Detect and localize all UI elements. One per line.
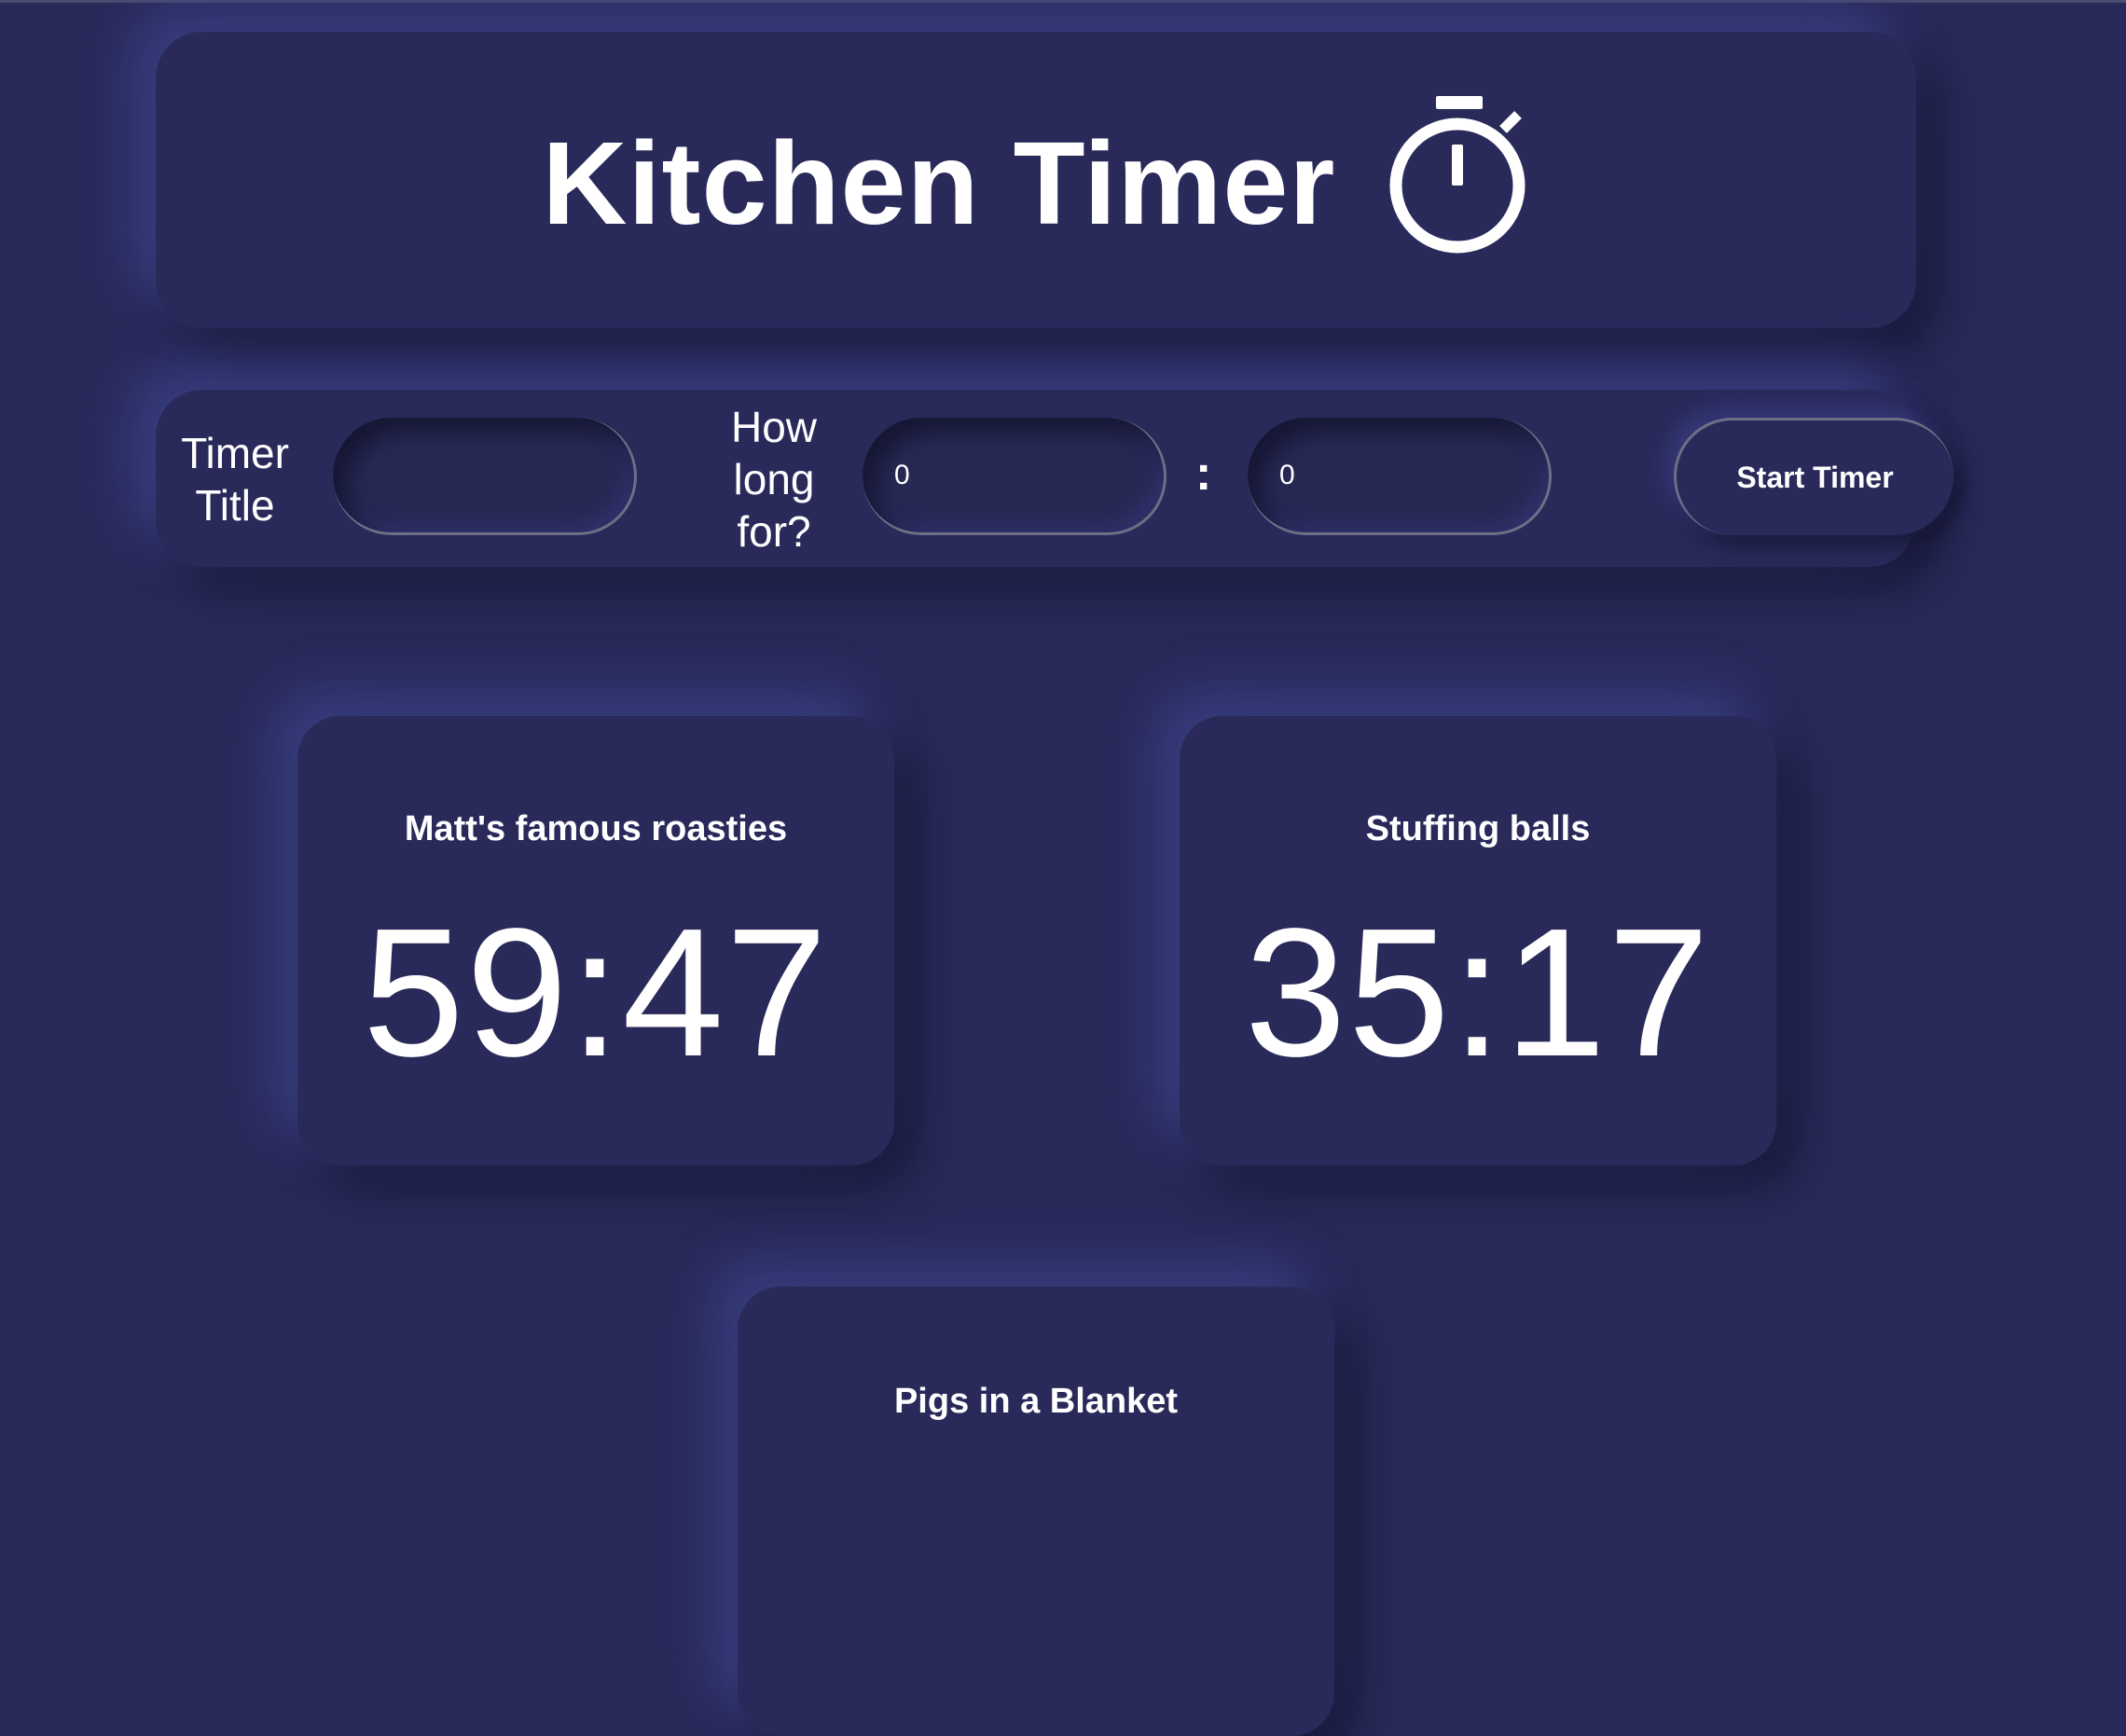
seconds-input[interactable]: 0: [1248, 418, 1552, 535]
header-card: Kitchen Timer: [156, 32, 1916, 328]
timer-card: Matt's famous roasties 59:47: [297, 716, 894, 1165]
timer-name: Matt's famous roasties: [404, 809, 788, 848]
timer-name: Stuffing balls: [1365, 809, 1591, 848]
timer-title-label: Timer Title: [181, 429, 289, 530]
timer-card: Stuffing balls 35:17: [1180, 716, 1776, 1165]
timer-card: Pigs in a Blanket: [738, 1287, 1334, 1736]
minutes-input[interactable]: 0: [863, 418, 1167, 535]
page-title: Kitchen Timer: [542, 117, 1336, 249]
timer-title-input[interactable]: [333, 418, 637, 535]
start-timer-button[interactable]: Start Timer: [1674, 418, 1953, 535]
timer-countdown: 35:17: [1244, 890, 1712, 1095]
stopwatch-icon: [1389, 96, 1525, 254]
timer-countdown: 59:47: [362, 890, 830, 1095]
timer-name: Pigs in a Blanket: [893, 1382, 1179, 1421]
time-separator: :: [1195, 447, 1212, 501]
new-timer-form: Timer Title How long for? 0 : 0 Start Ti…: [156, 390, 1953, 567]
window-top-border: [0, 0, 2126, 3]
duration-label: How long for?: [730, 403, 818, 556]
